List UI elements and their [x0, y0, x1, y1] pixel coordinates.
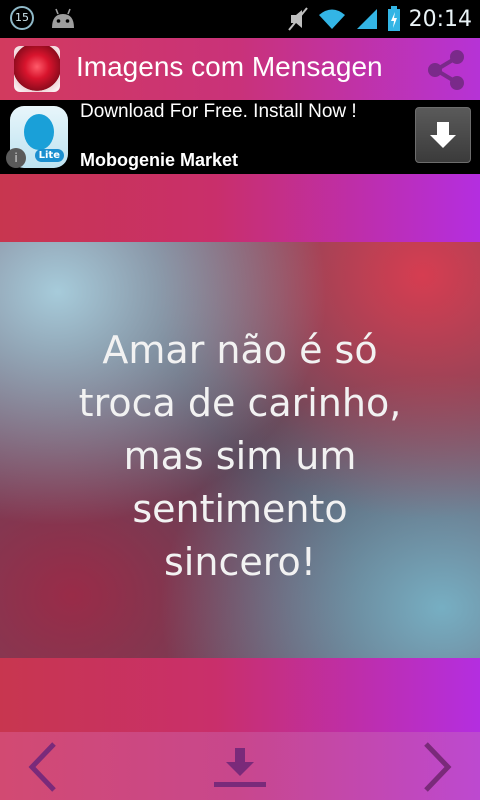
quote-line: sincero! — [164, 540, 316, 584]
battery-charging-icon — [387, 6, 400, 31]
bottom-nav — [0, 732, 480, 800]
mute-icon — [287, 7, 308, 31]
download-arrow-icon — [430, 122, 456, 148]
android-icon — [52, 8, 74, 28]
info-icon[interactable]: i — [6, 148, 26, 168]
quote-image: Amar não é só troca de carinho, mas sim … — [0, 242, 480, 658]
quote-text: Amar não é só troca de carinho, mas sim … — [0, 324, 480, 589]
quote-line: mas sim um — [123, 434, 357, 478]
ad-download-button[interactable] — [415, 107, 471, 163]
rose-app-icon[interactable] — [14, 46, 60, 92]
notification-count-badge: 15 — [10, 6, 34, 30]
share-icon[interactable] — [422, 46, 470, 94]
download-icon[interactable] — [210, 742, 270, 792]
app-title: Imagens com Mensagen — [76, 51, 383, 82]
app-bar: Imagens com Mensagen — [0, 38, 480, 100]
chevron-right-icon[interactable] — [414, 740, 458, 794]
lite-badge: Lite — [34, 149, 64, 162]
wifi-icon — [318, 9, 345, 29]
ad-headline[interactable]: Download For Free. Install Now ! — [80, 101, 357, 123]
chevron-left-icon[interactable] — [22, 740, 66, 794]
quote-line: sentimento — [132, 487, 348, 531]
quote-line: troca de carinho, — [78, 381, 402, 425]
status-bar: 15 20:14 — [0, 0, 480, 38]
clock: 20:14 — [408, 6, 472, 32]
signal-icon — [356, 9, 377, 29]
ad-subline[interactable]: Mobogenie Market — [80, 150, 238, 171]
ad-banner[interactable]: Lite Download For Free. Install Now ! Mo… — [0, 100, 480, 174]
quote-line: Amar não é só — [102, 328, 378, 372]
